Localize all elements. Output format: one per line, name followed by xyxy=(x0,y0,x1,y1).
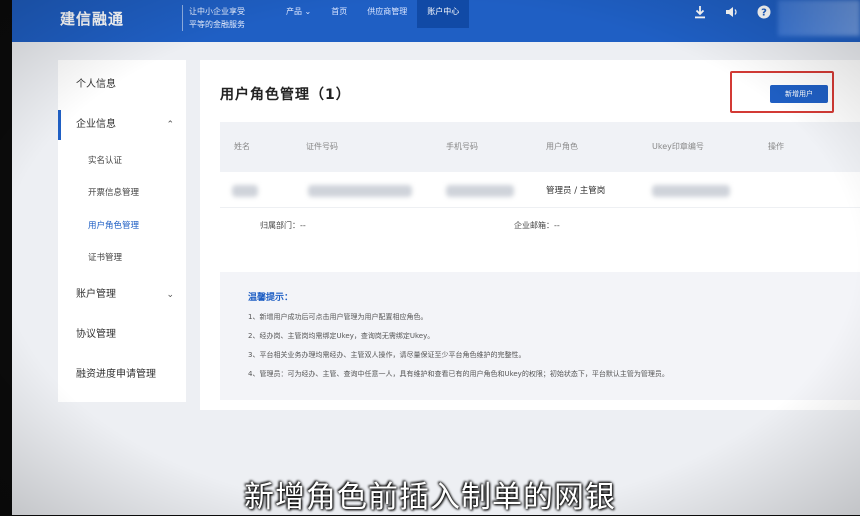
sidebar: 个人信息 企业信息 ⌃ 实名认证 开票信息管理 用户角色管理 证书管理 账户管理… xyxy=(58,60,186,402)
department-label: 归属部门：-- xyxy=(260,221,306,230)
chevron-down-icon: ⌄ xyxy=(166,290,174,300)
nav-home[interactable]: 首页 xyxy=(321,0,357,28)
brand-slogan: 让中小企业享受 平等的金融服务 xyxy=(182,5,272,31)
header-icons: ? xyxy=(692,4,772,20)
tips-box: 温馨提示： 1、新增用户成功后可点击用户管理为用户配置相应角色。 2、经办岗、主… xyxy=(220,272,860,400)
sidebar-item-personal-info[interactable]: 个人信息 xyxy=(58,70,186,100)
svg-text:?: ? xyxy=(761,8,767,19)
page-title: 用户角色管理（1） xyxy=(220,87,351,103)
column-header-name: 姓名 xyxy=(234,142,250,151)
enterprise-email-label: 企业邮箱：-- xyxy=(514,221,560,230)
sidebar-item-account-management[interactable]: 账户管理 ⌄ xyxy=(58,280,186,310)
video-subtitle: 新增角色前插入制单的网银 xyxy=(244,480,616,515)
sidebar-item-label: 账户管理 xyxy=(76,289,116,300)
sidebar-item-financing-progress[interactable]: 融资进度申请管理 xyxy=(58,360,186,390)
slogan-line-1: 让中小企业享受 xyxy=(189,7,245,16)
sidebar-item-label: 企业信息 xyxy=(76,119,116,130)
nav-account-center[interactable]: 账户中心 xyxy=(417,0,470,28)
tips-title: 温馨提示： xyxy=(248,293,294,303)
sidebar-sub-real-name-auth[interactable]: 实名认证 xyxy=(58,149,186,173)
column-header-user-role: 用户角色 xyxy=(546,142,578,151)
table-header: 姓名 证件号码 手机号码 用户角色 Ukey印章编号 操作 xyxy=(220,122,860,172)
column-header-phone: 手机号码 xyxy=(446,142,478,151)
tips-line-2: 2、经办岗、主管岗均需绑定Ukey，查询岗无需绑定Ukey。 xyxy=(248,332,435,340)
sidebar-item-agreement-management[interactable]: 协议管理 xyxy=(58,320,186,350)
browser-page: 建信融通 让中小企业享受 平等的金融服务 产品 ⌄ 首页 供应商管理 账户中心 … xyxy=(12,0,860,515)
nav-supplier-management[interactable]: 供应商管理 xyxy=(357,0,417,28)
add-user-button[interactable]: 新增用户 xyxy=(770,85,828,103)
table-row: 管理员 / 主管岗 xyxy=(220,172,860,208)
main-panel: 用户角色管理（1） 新增用户 姓名 证件号码 手机号码 用户角色 Ukey印章编… xyxy=(200,60,860,410)
column-header-id-number: 证件号码 xyxy=(306,142,338,151)
name-cell-redacted xyxy=(232,185,258,197)
column-header-actions: 操作 xyxy=(768,142,784,151)
sidebar-item-label: 协议管理 xyxy=(76,329,116,340)
chevron-up-icon: ⌃ xyxy=(166,120,174,130)
column-header-ukey-seal: Ukey印章编号 xyxy=(652,142,704,151)
tips-line-4: 4、管理员：可为经办、主管、查询中任意一人，具有维护和查看已有的用户角色和Uke… xyxy=(248,370,669,378)
sidebar-sub-user-role-management[interactable]: 用户角色管理 xyxy=(58,214,186,238)
sidebar-item-label: 融资进度申请管理 xyxy=(76,369,156,380)
help-icon[interactable]: ? xyxy=(756,4,772,20)
sidebar-sub-invoice-info[interactable]: 开票信息管理 xyxy=(58,181,186,205)
sidebar-item-label: 个人信息 xyxy=(76,79,116,90)
tips-line-3: 3、平台相关业务办理均需经办、主管双人操作，请尽量保证至少平台角色维护的完整性。 xyxy=(248,351,526,359)
table-row-details: 归属部门：-- 企业邮箱：-- xyxy=(220,208,860,242)
slogan-line-2: 平等的金融服务 xyxy=(189,20,245,29)
download-icon[interactable] xyxy=(692,4,708,20)
ukey-cell-redacted xyxy=(652,185,730,197)
main-nav: 产品 ⌄ 首页 供应商管理 账户中心 xyxy=(276,0,470,42)
user-account-menu[interactable] xyxy=(778,0,860,36)
speaker-icon[interactable] xyxy=(724,4,740,20)
sidebar-sub-certificate-management[interactable]: 证书管理 xyxy=(58,246,186,270)
user-role-cell: 管理员 / 主管岗 xyxy=(546,186,606,196)
sidebar-item-enterprise-info[interactable]: 企业信息 ⌃ xyxy=(58,110,186,140)
id-number-cell-redacted xyxy=(308,185,412,197)
phone-cell-redacted xyxy=(446,185,514,197)
tips-line-1: 1、新增用户成功后可点击用户管理为用户配置相应角色。 xyxy=(248,313,428,321)
top-navbar: 建信融通 让中小企业享受 平等的金融服务 产品 ⌄ 首页 供应商管理 账户中心 … xyxy=(12,0,860,42)
brand-logo[interactable]: 建信融通 xyxy=(60,8,124,29)
nav-products[interactable]: 产品 ⌄ xyxy=(276,0,321,28)
